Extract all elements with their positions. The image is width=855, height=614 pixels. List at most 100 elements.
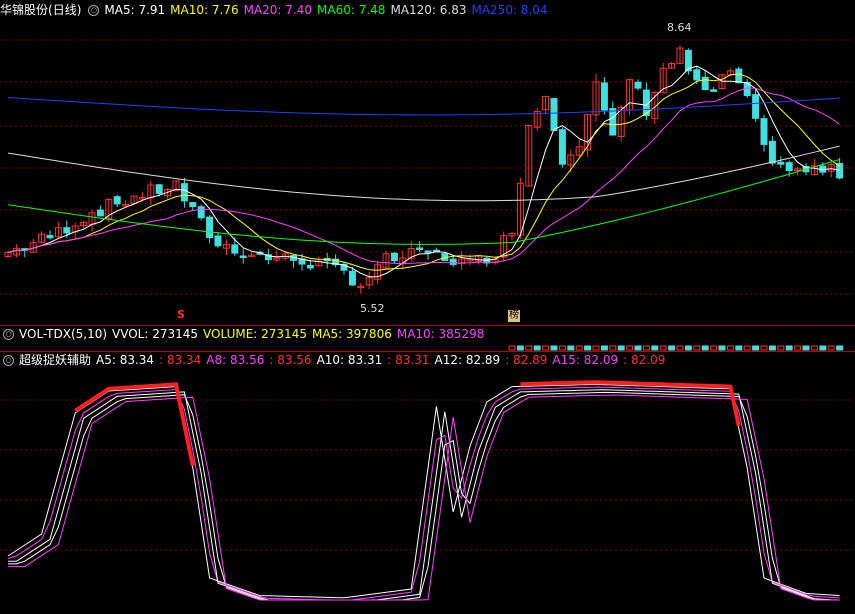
- volume-bar: [726, 345, 734, 351]
- volume-title: VOL-TDX(5,10): [19, 327, 108, 341]
- indicator-title: 超级捉妖辅助: [19, 353, 92, 367]
- candle: [180, 183, 188, 202]
- candle: [214, 235, 222, 247]
- volume-bar: [567, 345, 575, 351]
- indicator-label-8: A15: 82.09: [552, 353, 619, 367]
- volume-bar: [542, 345, 550, 351]
- candle: [113, 196, 121, 205]
- candle: [390, 252, 398, 262]
- candle: [777, 161, 785, 165]
- volume-label-1: VOLUME: 273145: [203, 327, 307, 341]
- indicator-label-5: : 83.31: [387, 353, 430, 367]
- candle: [710, 89, 718, 92]
- volume-bar: [743, 345, 751, 351]
- volume-panel-header: ○ VOL-TDX(5,10) VVOL: 273145 VOLUME: 273145…: [0, 326, 494, 343]
- volume-bar: [693, 345, 701, 351]
- signal-s-marker: S: [177, 308, 185, 321]
- ma5-line: [7, 65, 840, 278]
- candle: [836, 162, 844, 179]
- candle: [600, 82, 608, 111]
- volume-settings-icon[interactable]: ○: [3, 329, 14, 340]
- indicator-line-1: [7, 386, 840, 601]
- candle: [424, 250, 432, 254]
- candle: [609, 108, 617, 136]
- high-price-label: 8.64: [667, 21, 692, 34]
- volume-bar: [710, 345, 718, 351]
- volume-bar: [533, 345, 541, 351]
- indicator-legend: A5: 83.34 : 83.34 A8: 83.56 : 83.56 A10: 83.…: [96, 353, 670, 367]
- volume-bar: [668, 345, 676, 351]
- indicator-label-7: : 82.89: [505, 353, 548, 367]
- ma250-line: [7, 97, 840, 116]
- volume-bar: [785, 345, 793, 351]
- candle: [735, 68, 743, 84]
- volume-label-0: VVOL: 273145: [112, 327, 199, 341]
- ma120-line: [7, 145, 840, 202]
- low-price-label: 5.52: [360, 302, 385, 315]
- candle: [206, 216, 214, 239]
- candle: [189, 202, 197, 208]
- volume-bar: [752, 345, 760, 351]
- volume-bar: [794, 345, 802, 351]
- candle: [46, 235, 54, 239]
- indicator-label-0: A5: 83.34: [96, 353, 155, 367]
- volume-bar: [836, 345, 844, 351]
- volume-bar: [735, 345, 743, 351]
- volume-legend: VVOL: 273145 VOLUME: 273145 MA5: 397806 MA1…: [112, 327, 489, 341]
- volume-bar: [600, 345, 608, 351]
- candle: [752, 94, 760, 119]
- indicator-highlight: [74, 382, 195, 467]
- volume-bar: [584, 345, 592, 351]
- volume-bar: [609, 345, 617, 351]
- candle: [550, 98, 558, 131]
- volume-bar: [810, 345, 818, 351]
- volume-bar: [819, 345, 827, 351]
- volume-bar: [718, 345, 726, 351]
- indicator-label-1: : 83.34: [159, 353, 202, 367]
- signal-bang-marker: 榜: [508, 310, 520, 322]
- candle: [197, 206, 205, 219]
- candle: [96, 209, 104, 217]
- volume-bar: [575, 345, 583, 351]
- candle: [348, 270, 356, 286]
- volume-bar: [626, 345, 634, 351]
- volume-bar: [768, 345, 776, 351]
- candle: [693, 69, 701, 81]
- indicator-label-2: A8: 83.56: [206, 353, 265, 367]
- volume-bar: [592, 345, 600, 351]
- volume-bar: [642, 345, 650, 351]
- volume-bar: [651, 345, 659, 351]
- volume-bar: [516, 345, 524, 351]
- volume-bar: [777, 345, 785, 351]
- volume-bar: [659, 345, 667, 351]
- volume-bar: [676, 345, 684, 351]
- indicator-label-4: A10: 83.31: [316, 353, 383, 367]
- candle: [239, 255, 247, 258]
- candle: [768, 140, 776, 164]
- candle: [416, 247, 424, 250]
- candle: [155, 184, 163, 194]
- volume-bar: [617, 345, 625, 351]
- indicator-panel-header: ○ 超级捉妖辅助 A5: 83.34: 83.34 A8: 83.56: 83.56 A…: [0, 352, 675, 369]
- volume-bar: [701, 345, 709, 351]
- volume-bar: [802, 345, 810, 351]
- volume-label-2: MA5: 397806: [311, 327, 392, 341]
- indicator-settings-icon[interactable]: ○: [3, 355, 14, 366]
- volume-bar: [760, 345, 768, 351]
- indicator-label-9: : 82.09: [623, 353, 666, 367]
- candle: [785, 162, 793, 172]
- volume-bar: [827, 345, 835, 351]
- ma20-line: [7, 87, 840, 265]
- candle: [760, 118, 768, 145]
- indicator-label-6: A12: 82.89: [434, 353, 501, 367]
- volume-bar: [525, 345, 533, 351]
- volume-bar: [684, 345, 692, 351]
- chart-canvas[interactable]: [0, 0, 855, 614]
- volume-bar: [550, 345, 558, 351]
- candle: [63, 227, 71, 234]
- candle: [449, 258, 457, 265]
- candle: [634, 81, 642, 89]
- indicator-label-3: : 83.56: [269, 353, 312, 367]
- candle: [306, 265, 314, 269]
- volume-bar: [558, 345, 566, 351]
